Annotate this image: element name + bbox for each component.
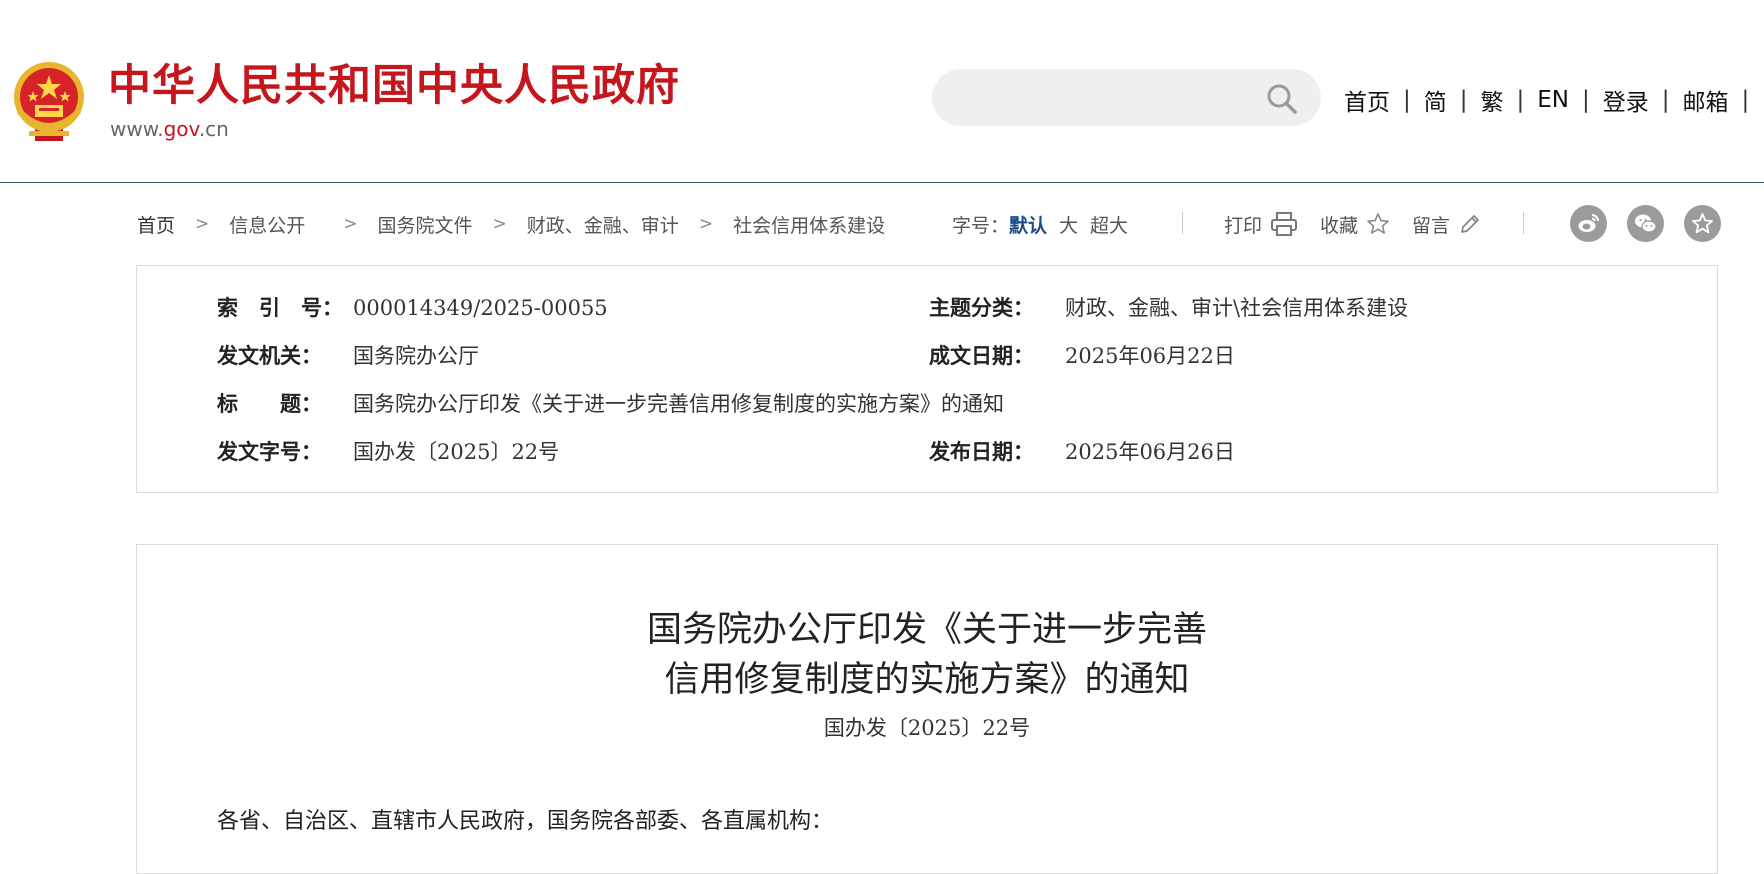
nav-separator: | [1582,87,1590,113]
breadcrumb-credit-system[interactable]: 社会信用体系建设 [733,211,885,238]
star-icon [1367,213,1389,234]
wechat-share-button[interactable] [1627,205,1664,242]
weibo-share-button[interactable] [1570,205,1607,242]
created-date-label: 成文日期： [929,343,1034,368]
comment-button[interactable]: 留言 [1412,211,1482,238]
article-body: 国务院办公厅印发《关于进一步完善 信用修复制度的实施方案》的通知 国办发〔202… [136,544,1718,874]
breadcrumb-info-disclosure[interactable]: 信息公开 [229,211,305,238]
chevron-right-icon: > [343,214,358,234]
document-number-value: 国办发〔2025〕22号 [353,440,560,464]
font-size-label: 字号： [952,214,1010,237]
topic-category-label: 主题分类： [929,295,1034,320]
title-value: 国务院办公厅印发《关于进一步完善信用修复制度的实施方案》的通知 [353,392,1004,416]
comment-label: 留言 [1412,214,1451,237]
site-header: 中华人民共和国中央人民政府 www.gov.cn 首页 | 简 | 繁 | EN… [0,0,1764,183]
issuing-authority-value: 国务院办公厅 [353,344,479,368]
index-number-label: 索 引 号： [217,295,343,320]
nav-mailbox[interactable]: 邮箱 [1683,83,1729,117]
site-name[interactable]: 中华人民共和国中央人民政府 [108,58,680,114]
article-title-line-2: 信用修复制度的实施方案》的通知 [664,660,1190,700]
star-share-icon [1692,213,1713,234]
published-date-value: 2025年06月26日 [1065,440,1235,464]
star-share-button[interactable] [1684,205,1721,242]
site-url-prefix: www. [110,117,164,141]
print-button[interactable]: 打印 [1224,211,1298,238]
printer-icon [1271,212,1298,236]
article-tools: 打印 收藏 留言 [1224,208,1504,240]
favorite-button[interactable]: 收藏 [1320,211,1390,238]
weibo-icon [1578,214,1599,232]
top-nav: 首页 | 简 | 繁 | EN | 登录 | 邮箱 | [1344,80,1762,120]
site-url-suffix: .cn [198,117,229,141]
search-input[interactable] [956,81,1250,115]
breadcrumb-state-council-docs[interactable]: 国务院文件 [378,211,473,238]
search-icon[interactable] [1265,82,1299,116]
nav-simplified[interactable]: 简 [1424,83,1447,117]
site-url-domain: gov [163,117,199,141]
issuing-authority-label: 发文机关： [217,343,322,368]
font-size-default[interactable]: 默认 [1009,211,1047,238]
breadcrumb-finance[interactable]: 财政、金融、审计 [527,211,679,238]
font-size-large[interactable]: 大 [1059,211,1078,238]
site-url[interactable]: www.gov.cn [110,116,229,142]
title-label: 标 题： [217,391,322,416]
nav-separator: | [1741,87,1750,113]
divider [1182,212,1183,234]
document-metadata-table: 索 引 号： 000014349/2025-00055 主题分类： 财政、金融、… [136,265,1718,493]
nav-home[interactable]: 首页 [1344,83,1390,117]
divider [1523,212,1524,234]
wechat-icon [1635,214,1657,233]
article-title: 国务院办公厅印发《关于进一步完善 信用修复制度的实施方案》的通知 [137,605,1717,705]
article-title-line-1: 国务院办公厅印发《关于进一步完善 [646,610,1207,650]
chevron-right-icon: > [698,214,714,234]
nav-separator: | [1661,87,1670,113]
print-label: 打印 [1224,214,1263,237]
breadcrumb: 首页 > 信息公开 > 国务院文件 > 财政、金融、审计 > 社会信用体系建设 [137,210,885,238]
national-emblem-logo[interactable] [11,61,87,143]
breadcrumb-home[interactable]: 首页 [137,211,175,238]
pencil-icon [1461,215,1479,233]
article-document-number: 国办发〔2025〕22号 [823,716,1031,740]
document-number-label: 发文字号： [217,439,322,464]
font-size-switcher: 字号： 默认 大 超大 [952,210,1128,238]
chevron-right-icon: > [195,214,210,234]
nav-separator: | [1459,87,1468,113]
nav-separator: | [1516,87,1525,113]
published-date-label: 发布日期： [929,439,1034,464]
nav-english[interactable]: EN [1537,87,1569,113]
favorite-label: 收藏 [1320,214,1359,237]
nav-separator: | [1403,87,1411,113]
created-date-value: 2025年06月22日 [1065,344,1235,368]
nav-traditional[interactable]: 繁 [1481,83,1504,117]
search-box [932,69,1321,126]
nav-login[interactable]: 登录 [1603,83,1649,117]
font-size-xlarge[interactable]: 超大 [1090,211,1128,238]
topic-category-value: 财政、金融、审计\社会信用体系建设 [1065,296,1409,320]
article-salutation: 各省、自治区、直辖市人民政府，国务院各部委、各直属机构： [217,809,834,834]
index-number-value: 000014349/2025-00055 [353,296,608,320]
chevron-right-icon: > [492,214,507,234]
